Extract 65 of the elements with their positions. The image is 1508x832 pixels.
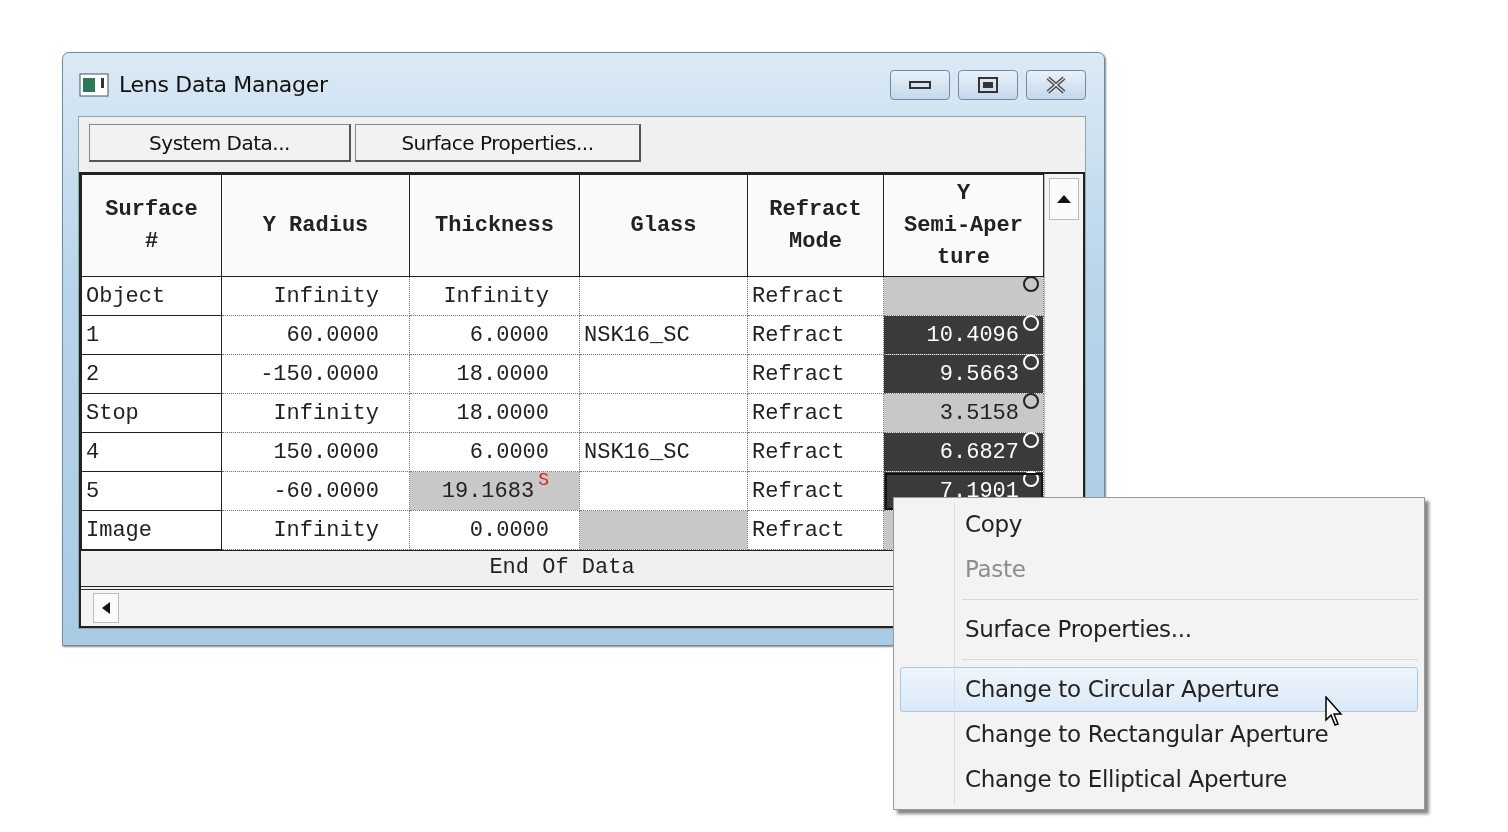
table-cell[interactable]: Refract bbox=[747, 471, 884, 511]
table-cell[interactable] bbox=[579, 393, 748, 433]
table-cell[interactable] bbox=[579, 276, 748, 316]
table-cell[interactable]: 60.0000 bbox=[221, 315, 410, 355]
table-cell[interactable] bbox=[883, 276, 1044, 316]
row-header[interactable]: 5 bbox=[81, 471, 222, 511]
table-cell[interactable]: 6.6827 bbox=[883, 432, 1044, 472]
column-header[interactable]: Y Semi-Aper ture bbox=[883, 174, 1044, 277]
menu-item[interactable]: Change to Rectangular Aperture bbox=[900, 712, 1418, 757]
row-header[interactable]: 1 bbox=[81, 315, 222, 355]
minimize-icon bbox=[909, 79, 931, 90]
menu-item[interactable]: Change to Circular Aperture bbox=[900, 667, 1418, 712]
table-cell[interactable]: Refract bbox=[747, 432, 884, 472]
column-header[interactable]: Thickness bbox=[409, 174, 580, 277]
table-cell[interactable]: Infinity bbox=[409, 276, 580, 316]
row-header[interactable]: Object bbox=[81, 276, 222, 316]
table-cell[interactable]: 6.0000 bbox=[409, 432, 580, 472]
table-cell[interactable]: Refract bbox=[747, 354, 884, 394]
minimize-button[interactable] bbox=[890, 69, 950, 100]
table-cell[interactable]: 10.4096 bbox=[883, 315, 1044, 355]
menu-item[interactable]: Change to Elliptical Aperture bbox=[900, 757, 1418, 802]
row-header[interactable]: Stop bbox=[81, 393, 222, 433]
table-cell[interactable] bbox=[579, 471, 748, 511]
table-cell[interactable]: Infinity bbox=[221, 393, 410, 433]
close-icon bbox=[1045, 75, 1067, 94]
table-cell[interactable]: Infinity bbox=[221, 276, 410, 316]
table-cell[interactable]: 18.0000 bbox=[409, 393, 580, 433]
table-cell[interactable] bbox=[579, 510, 748, 550]
menu-item[interactable]: Surface Properties... bbox=[900, 607, 1418, 652]
close-button[interactable] bbox=[1026, 69, 1086, 100]
window-title: Lens Data Manager bbox=[119, 71, 328, 99]
table-cell[interactable]: NSK16_SC bbox=[579, 315, 748, 355]
column-header[interactable]: Surface # bbox=[81, 174, 222, 277]
row-header[interactable]: 4 bbox=[81, 432, 222, 472]
table-cell[interactable]: 6.0000 bbox=[409, 315, 580, 355]
table-cell[interactable]: Infinity bbox=[221, 510, 410, 550]
table-cell[interactable]: 19.1683 $^{S}$ bbox=[409, 471, 580, 511]
solve-status-label: S bbox=[538, 469, 549, 490]
maximize-icon bbox=[978, 76, 998, 93]
table-cell[interactable]: Refract bbox=[747, 510, 884, 550]
app-icon bbox=[79, 72, 109, 97]
table-cell[interactable]: 9.5663 bbox=[883, 354, 1044, 394]
table-cell[interactable]: 18.0000 bbox=[409, 354, 580, 394]
table-cell[interactable] bbox=[579, 354, 748, 394]
table-cell[interactable]: -150.0000 bbox=[221, 354, 410, 394]
maximize-button[interactable] bbox=[958, 69, 1018, 100]
up-arrow-icon bbox=[1057, 195, 1071, 203]
column-header[interactable]: Refract Mode bbox=[747, 174, 884, 277]
table-cell[interactable]: 150.0000 bbox=[221, 432, 410, 472]
scroll-left-button[interactable] bbox=[93, 593, 119, 623]
table-cell[interactable]: Refract bbox=[747, 276, 884, 316]
table-cell[interactable]: Refract bbox=[747, 393, 884, 433]
column-header[interactable]: Glass bbox=[579, 174, 748, 277]
row-header[interactable]: Image bbox=[81, 510, 222, 550]
toolbar-button[interactable]: System Data... bbox=[89, 124, 351, 162]
table-cell[interactable]: Refract bbox=[747, 315, 884, 355]
table-cell[interactable]: NSK16_SC bbox=[579, 432, 748, 472]
scroll-up-button[interactable] bbox=[1049, 178, 1079, 220]
table-cell[interactable]: -60.0000 bbox=[221, 471, 410, 511]
table-cell[interactable]: 3.5158 bbox=[883, 393, 1044, 433]
table-cell[interactable]: 0.0000 bbox=[409, 510, 580, 550]
column-header[interactable]: Y Radius bbox=[221, 174, 410, 277]
toolbar-button[interactable]: Surface Properties... bbox=[355, 124, 641, 162]
row-header[interactable]: 2 bbox=[81, 354, 222, 394]
left-arrow-icon bbox=[102, 602, 110, 614]
